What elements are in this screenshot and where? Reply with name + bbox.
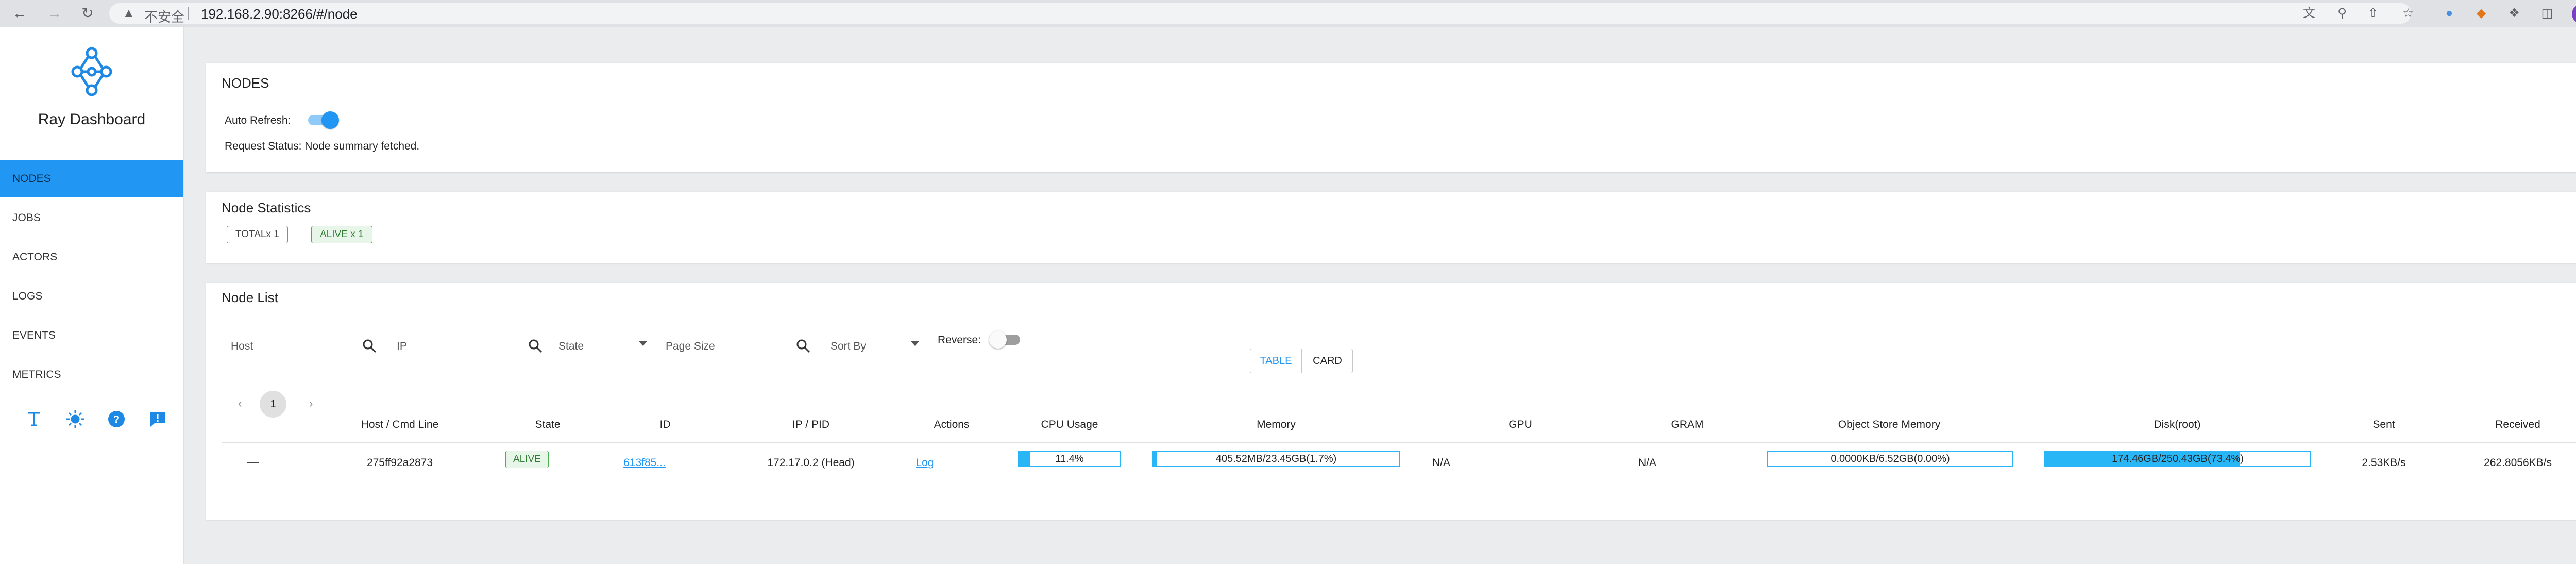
nodes-card: NODES Auto Refresh: Request Status: Node… bbox=[206, 63, 2576, 172]
search-icon bbox=[796, 339, 810, 353]
ip-cell: 172.17.0.2 (Head) bbox=[767, 457, 855, 469]
ray-logo-icon bbox=[71, 47, 112, 96]
sidebar-item-nodes[interactable]: NODES bbox=[0, 160, 183, 197]
zoom-icon[interactable]: ⚲ bbox=[2334, 5, 2350, 22]
gpu-cell: N/A bbox=[1432, 457, 1451, 469]
help-icon[interactable]: ? bbox=[106, 409, 127, 429]
received-cell: 262.8056KB/s bbox=[2484, 457, 2552, 469]
view-toggle-group: TABLE CARD bbox=[1250, 349, 1353, 373]
auto-refresh-label: Auto Refresh: bbox=[225, 114, 291, 126]
log-link[interactable]: Log bbox=[916, 457, 934, 469]
gram-cell: N/A bbox=[1638, 457, 1657, 469]
column-header: Actions bbox=[934, 419, 970, 430]
fox-extension-icon[interactable]: ◆ bbox=[2473, 5, 2489, 22]
insecure-label: 不安全 bbox=[144, 9, 185, 25]
column-header: Received bbox=[2495, 419, 2540, 430]
feedback-icon[interactable] bbox=[147, 409, 168, 429]
column-header: Disk(root) bbox=[2154, 419, 2201, 430]
table-view-button[interactable]: TABLE bbox=[1250, 349, 1302, 373]
search-icon bbox=[363, 339, 377, 353]
sent-cell: 2.53KB/s bbox=[2362, 457, 2406, 469]
card-view-button[interactable]: CARD bbox=[1302, 349, 1353, 373]
sidebar-item-metrics[interactable]: METRICS bbox=[0, 356, 183, 393]
memory-usage-bar: 405.52MB/23.45GB(1.7%) bbox=[1152, 451, 1400, 467]
node-statistics-title: Node Statistics bbox=[222, 200, 311, 215]
object-store-bar: 0.0000KB/6.52GB(0.00%) bbox=[1767, 451, 2013, 467]
column-header: ID bbox=[659, 419, 671, 430]
sidebar-item-jobs[interactable]: JOBS bbox=[0, 200, 183, 237]
theme-icon[interactable] bbox=[65, 409, 86, 429]
node-statistics-card: Node Statistics TOTALx 1 ALIVE x 1 bbox=[206, 192, 2576, 263]
warning-icon: ▲ bbox=[123, 6, 135, 20]
chevron-down-icon bbox=[911, 341, 919, 346]
cpu-usage-bar: 11.4% bbox=[1018, 451, 1121, 467]
forward-icon[interactable]: → bbox=[45, 4, 64, 23]
sidebar-item-actors[interactable]: ACTORS bbox=[0, 239, 183, 276]
auto-refresh-toggle[interactable] bbox=[306, 110, 339, 129]
ip-filter-input[interactable]: IP bbox=[396, 333, 545, 358]
url-text[interactable]: 192.168.2.90:8266/#/node bbox=[201, 6, 358, 22]
column-header: CPU Usage bbox=[1041, 419, 1098, 430]
prev-page-icon[interactable]: ‹ bbox=[238, 397, 242, 410]
share-icon[interactable]: ⇧ bbox=[2365, 5, 2381, 22]
side-panel-icon[interactable]: ◫ bbox=[2539, 5, 2555, 22]
column-header: Host / Cmd Line bbox=[361, 419, 439, 430]
node-list-card: Node List Host IP State Page Size Sort B… bbox=[206, 283, 2576, 520]
disk-usage-bar: 174.46GB/250.43GB(73.4%) bbox=[2044, 451, 2311, 467]
request-status: Request Status: Node summary fetched. bbox=[225, 140, 420, 152]
search-icon bbox=[529, 339, 543, 353]
reverse-label: Reverse: bbox=[938, 334, 981, 346]
drop-extension-icon[interactable]: ● bbox=[2441, 5, 2458, 22]
address-bar[interactable]: ▲ 不安全 192.168.2.90:8266/#/node bbox=[109, 3, 2411, 25]
total-count-chip: TOTALx 1 bbox=[227, 226, 288, 243]
translate-icon[interactable]: 文 bbox=[2301, 5, 2317, 22]
sidebar-item-events[interactable]: EVENTS bbox=[0, 317, 183, 354]
column-header: Sent bbox=[2372, 419, 2395, 430]
column-header: Memory bbox=[1257, 419, 1296, 430]
column-header: IP / PID bbox=[792, 419, 829, 430]
node-id-link[interactable]: 613f85... bbox=[623, 457, 666, 469]
node-list-title: Node List bbox=[222, 290, 278, 305]
bookmark-star-icon[interactable]: ☆ bbox=[2400, 5, 2416, 22]
alive-count-chip: ALIVE x 1 bbox=[311, 226, 372, 243]
state-badge: ALIVE bbox=[505, 451, 549, 468]
column-header: Object Store Memory bbox=[1838, 419, 1941, 430]
column-header: State bbox=[535, 419, 561, 430]
page-size-input[interactable]: Page Size bbox=[665, 333, 813, 358]
back-icon[interactable]: ← bbox=[10, 4, 29, 23]
sort-by-select[interactable]: Sort By bbox=[829, 333, 922, 358]
host-cell: 275ff92a2873 bbox=[366, 457, 433, 469]
pin-icon[interactable] bbox=[24, 409, 44, 429]
nodes-card-title: NODES bbox=[222, 75, 269, 91]
host-filter-input[interactable]: Host bbox=[230, 333, 379, 358]
extensions-icon[interactable]: ❖ bbox=[2506, 5, 2522, 22]
browser-toolbar: ← → ↻ ▲ 不安全 192.168.2.90:8266/#/node 文 ⚲… bbox=[0, 0, 2576, 27]
reload-icon[interactable]: ↻ bbox=[78, 4, 97, 23]
next-page-icon[interactable]: › bbox=[309, 397, 313, 410]
profile-avatar[interactable]: j bbox=[2572, 4, 2576, 24]
column-header: GRAM bbox=[1671, 419, 1704, 430]
column-header: GPU bbox=[1509, 419, 1532, 430]
collapse-icon[interactable] bbox=[247, 462, 259, 463]
sidebar: Ray Dashboard NODES JOBS ACTORS LOGS EVE… bbox=[0, 27, 184, 564]
reverse-toggle[interactable] bbox=[989, 330, 1022, 349]
app-title: Ray Dashboard bbox=[38, 111, 146, 128]
chevron-down-icon bbox=[639, 341, 647, 346]
svg-text:?: ? bbox=[113, 414, 120, 425]
state-select[interactable]: State bbox=[557, 333, 650, 358]
page-number-button[interactable]: 1 bbox=[260, 391, 286, 418]
sidebar-item-logs[interactable]: LOGS bbox=[0, 278, 183, 315]
